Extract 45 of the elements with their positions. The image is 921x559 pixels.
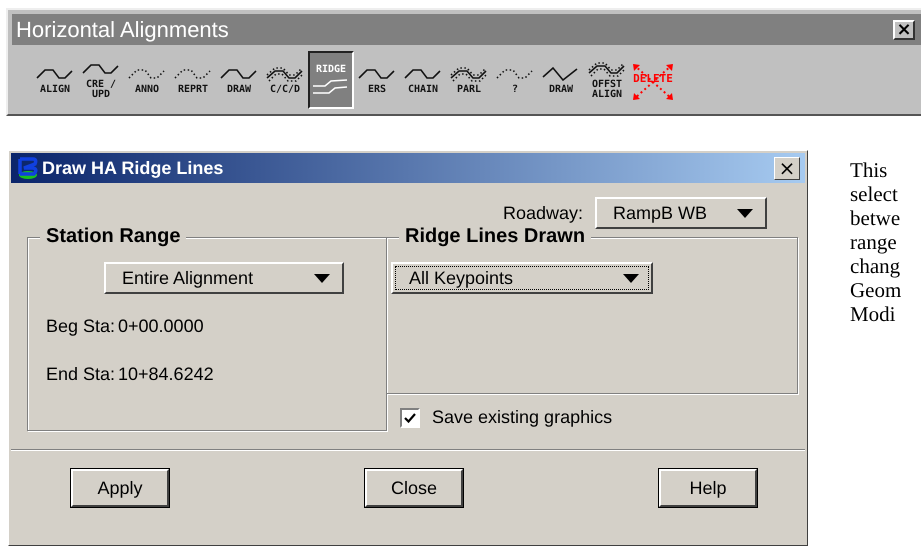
window-title: Horizontal Alignments bbox=[16, 16, 229, 42]
roadway-label: Roadway: bbox=[502, 202, 583, 224]
tool-button[interactable]: OFFST ALIGN bbox=[584, 51, 630, 109]
tool-button[interactable]: CHAIN bbox=[400, 51, 446, 109]
station-value: 10+84.6242 bbox=[118, 364, 214, 384]
group-title: Ridge Lines Drawn bbox=[399, 225, 592, 248]
body-text-line: chang bbox=[850, 254, 902, 278]
cross-arrows-icon bbox=[631, 62, 675, 102]
body-text-line: This bbox=[850, 158, 888, 182]
station-label: End Sta: bbox=[46, 364, 116, 384]
alignment-curve-icon bbox=[449, 65, 489, 83]
tool-button[interactable]: REPRT bbox=[170, 51, 216, 109]
dialog-button[interactable]: Close bbox=[365, 469, 463, 507]
body-text-line: Geom bbox=[850, 278, 902, 302]
tool-button[interactable]: C/C/D bbox=[262, 51, 308, 109]
roadway-dropdown[interactable]: RampB WB bbox=[595, 197, 767, 229]
station-value: 0+00.0000 bbox=[118, 316, 204, 336]
checkbox[interactable] bbox=[400, 408, 420, 428]
alignment-curve-icon bbox=[587, 60, 627, 78]
ridge-lines-dropdown[interactable]: All Keypoints bbox=[391, 262, 653, 294]
tool-button[interactable]: ALIGN bbox=[32, 51, 78, 109]
body-text-line: betwe bbox=[850, 206, 902, 230]
station-label: Beg Sta: bbox=[46, 316, 116, 336]
tool-button[interactable]: PARL bbox=[446, 51, 492, 109]
tool-button[interactable]: ERS bbox=[354, 51, 400, 109]
dialog-button[interactable]: Apply bbox=[71, 469, 169, 507]
tool-button[interactable]: DRAW bbox=[538, 51, 584, 109]
dialog-button[interactable]: Help bbox=[659, 469, 757, 507]
app-logo-icon bbox=[16, 156, 40, 180]
body-text-line: range bbox=[850, 230, 898, 254]
alignment-curve-icon bbox=[265, 65, 305, 83]
close-button[interactable]: × bbox=[893, 20, 915, 40]
body-text-line: select bbox=[850, 182, 899, 206]
close-button[interactable]: × bbox=[774, 156, 800, 180]
tool-button[interactable]: ANNO bbox=[124, 51, 170, 109]
dialog-title: Draw HA Ridge Lines bbox=[42, 158, 224, 178]
tool-button[interactable]: RIDGE bbox=[308, 51, 354, 109]
tool-button[interactable]: ? bbox=[492, 51, 538, 109]
tool-button[interactable]: CRE / UPD bbox=[78, 51, 124, 109]
station-range-dropdown[interactable]: Entire Alignment bbox=[104, 262, 344, 294]
group-title: Station Range bbox=[40, 225, 186, 248]
check-mark-icon bbox=[403, 410, 417, 424]
body-text-line: Modi bbox=[850, 302, 897, 326]
checkbox-label: Save existing graphics bbox=[432, 407, 612, 428]
tool-button[interactable]: DRAW bbox=[216, 51, 262, 109]
